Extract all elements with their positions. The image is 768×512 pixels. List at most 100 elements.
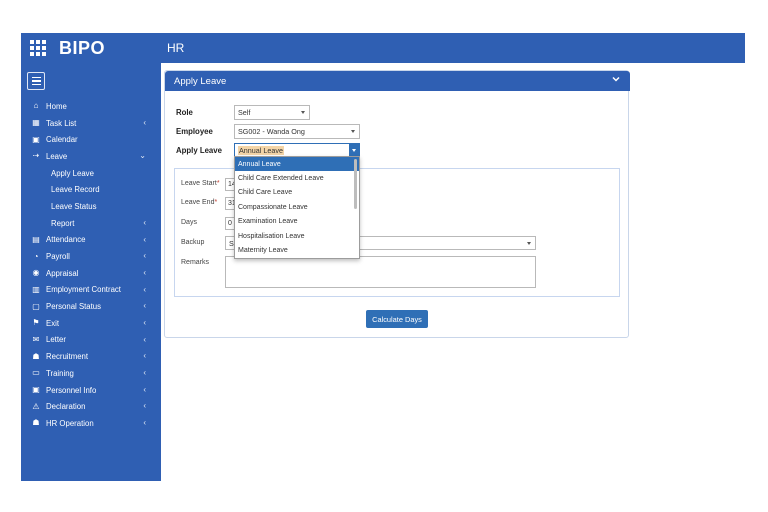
recruitment-icon: ☗: [32, 351, 40, 361]
chevron-left-icon: ‹: [143, 334, 146, 344]
sidebar-item-calendar[interactable]: ▣ Calendar: [21, 131, 161, 148]
sidebar-item-appraisal[interactable]: ◉ Appraisal ‹: [21, 265, 161, 282]
employee-label: Employee: [176, 127, 213, 136]
sidebar-item-label: Leave: [46, 151, 68, 161]
sidebar-item-personnel-info[interactable]: ▣ Personnel Info ‹: [21, 382, 161, 399]
role-caret-icon: [301, 111, 305, 114]
calendar-icon: ▣: [32, 134, 40, 144]
sidebar-item-report[interactable]: Report ‹: [21, 215, 161, 232]
chevron-left-icon: ‹: [143, 117, 146, 127]
sidebar-item-label: Training: [46, 368, 74, 378]
sidebar-item-apply-leave[interactable]: Apply Leave: [21, 165, 161, 182]
days-value: 0: [228, 220, 232, 227]
brand-header: BIPO: [21, 33, 161, 63]
personal-status-icon: ▢: [32, 301, 40, 311]
dropdown-option[interactable]: Examination Leave: [235, 215, 359, 229]
sidebar-item-label: Recruitment: [46, 352, 89, 362]
sidebar-item-label: Exit: [46, 318, 59, 328]
sidebar-item-label: Employment Contract: [46, 285, 121, 295]
sidebar-item-label: Attendance: [46, 235, 86, 245]
sidebar-menu: ⌂ Home ▦ Task List ‹ ▣ Calendar ⇢ Leave ⌄ Apply Le…: [21, 98, 161, 432]
calculate-days-button[interactable]: Calculate Days: [366, 310, 428, 328]
sidebar-item-leave-status[interactable]: Leave Status: [21, 198, 161, 215]
payroll-icon: ◔: [33, 251, 39, 261]
apply-leave-label: Apply Leave: [176, 146, 222, 155]
contract-icon: ▥: [32, 284, 40, 294]
sidebar-item-letter[interactable]: ✉ Letter ‹: [21, 332, 161, 349]
sidebar-item-label: Leave Status: [51, 201, 97, 211]
chevron-left-icon: ‹: [143, 368, 146, 377]
sidebar-item-task-list[interactable]: ▦ Task List ‹: [21, 115, 161, 132]
chevron-left-icon: ‹: [143, 351, 146, 361]
dropdown-option[interactable]: Hospitalisation Leave: [235, 229, 359, 243]
sidebar-item-label: Apply Leave: [51, 168, 94, 178]
sidebar-item-attendance[interactable]: ▤ Attendance ‹: [21, 232, 161, 249]
sidebar-item-recruitment[interactable]: ☗ Recruitment ‹: [21, 348, 161, 365]
role-value: Self: [238, 108, 251, 117]
chevron-left-icon: ‹: [143, 401, 146, 411]
sidebar-item-leave[interactable]: ⇢ Leave ⌄: [21, 148, 161, 165]
dropdown-option[interactable]: Annual Leave: [235, 157, 359, 172]
collapse-chevron-icon[interactable]: [612, 75, 620, 83]
letter-icon: ✉: [32, 334, 40, 344]
declaration-icon: ⚠: [32, 401, 40, 411]
sidebar-item-label: Personal Status: [46, 302, 102, 312]
sidebar-item-label: Report: [51, 218, 75, 228]
leave-start-label: Leave Start*: [181, 180, 220, 187]
sidebar-item-exit[interactable]: ⚑ Exit ‹: [21, 315, 161, 332]
role-select[interactable]: Self: [234, 105, 310, 120]
backup-label: Backup: [181, 239, 205, 246]
chevron-left-icon: ‹: [143, 418, 146, 428]
leave-type-value: Annual Leave: [238, 146, 284, 155]
remarks-label: Remarks: [181, 259, 210, 266]
apps-grid-icon[interactable]: [30, 40, 46, 56]
menu-toggle-icon[interactable]: [27, 72, 45, 90]
sidebar-item-label: Letter: [46, 335, 66, 345]
sidebar-item-employment-contract[interactable]: ▥ Employment Contract ‹: [21, 282, 161, 299]
sidebar-item-declaration[interactable]: ⚠ Declaration ‹: [21, 398, 161, 415]
home-icon: ⌂: [33, 101, 39, 111]
card-title: Apply Leave: [174, 75, 227, 87]
chevron-left-icon: ‹: [143, 384, 146, 394]
dropdown-option[interactable]: Child Care Extended Leave: [235, 171, 359, 185]
sidebar-item-home[interactable]: ⌂ Home: [21, 98, 161, 115]
sidebar-item-hr-operation[interactable]: ☗ HR Operation ‹: [21, 415, 161, 432]
chevron-left-icon: ‹: [143, 317, 146, 327]
dropdown-option[interactable]: Child Care Leave: [235, 186, 359, 200]
leave-icon: ⇢: [32, 151, 40, 161]
leave-type-caret-icon: [351, 149, 356, 152]
sidebar-item-label: Declaration: [46, 402, 86, 412]
sidebar-item-leave-record[interactable]: Leave Record: [21, 181, 161, 198]
sidebar-item-payroll[interactable]: ◔ Payroll ‹: [21, 248, 161, 265]
top-bar: HR: [161, 33, 745, 63]
chevron-left-icon: ‹: [143, 234, 146, 244]
sidebar-item-personal-status[interactable]: ▢ Personal Status ‹: [21, 298, 161, 315]
employee-select[interactable]: SG002 - Wanda Ong: [234, 124, 360, 139]
personnel-info-icon: ▣: [32, 385, 40, 395]
sidebar-item-training[interactable]: ▭ Training ‹: [21, 365, 161, 382]
attendance-icon: ▤: [32, 234, 40, 244]
chevron-left-icon: ‹: [143, 301, 146, 311]
dropdown-option[interactable]: Compassionate Leave: [235, 200, 359, 214]
leave-type-dropdown-list: Annual Leave Child Care Extended Leave Chi…: [234, 156, 360, 259]
dropdown-option[interactable]: Maternity Leave: [235, 243, 359, 257]
chevron-left-icon: ‹: [143, 217, 146, 227]
sidebar-item-label: HR Operation: [46, 418, 94, 428]
task-list-icon: ▦: [32, 118, 40, 128]
chevron-left-icon: ‹: [143, 267, 146, 277]
sidebar-item-label: Home: [46, 101, 67, 111]
module-title: HR: [167, 41, 185, 55]
backup-caret-icon: [527, 242, 531, 245]
days-label: Days: [181, 219, 197, 226]
sidebar-item-label: Leave Record: [51, 185, 100, 195]
sidebar-item-label: Task List: [46, 118, 77, 128]
dropdown-scrollbar[interactable]: [354, 159, 357, 209]
hr-operation-icon: ☗: [32, 418, 40, 428]
chevron-left-icon: ‹: [143, 251, 146, 261]
app-window: BIPO HR ⌂ Home ▦ Task List ‹ ▣ Calendar ⇢ Leave ⌄…: [0, 0, 768, 512]
sidebar-item-label: Calendar: [46, 135, 78, 145]
remarks-textarea[interactable]: [225, 256, 536, 288]
sidebar-item-label: Appraisal: [46, 268, 79, 278]
appraisal-icon: ◉: [32, 268, 40, 278]
role-label: Role: [176, 108, 193, 117]
